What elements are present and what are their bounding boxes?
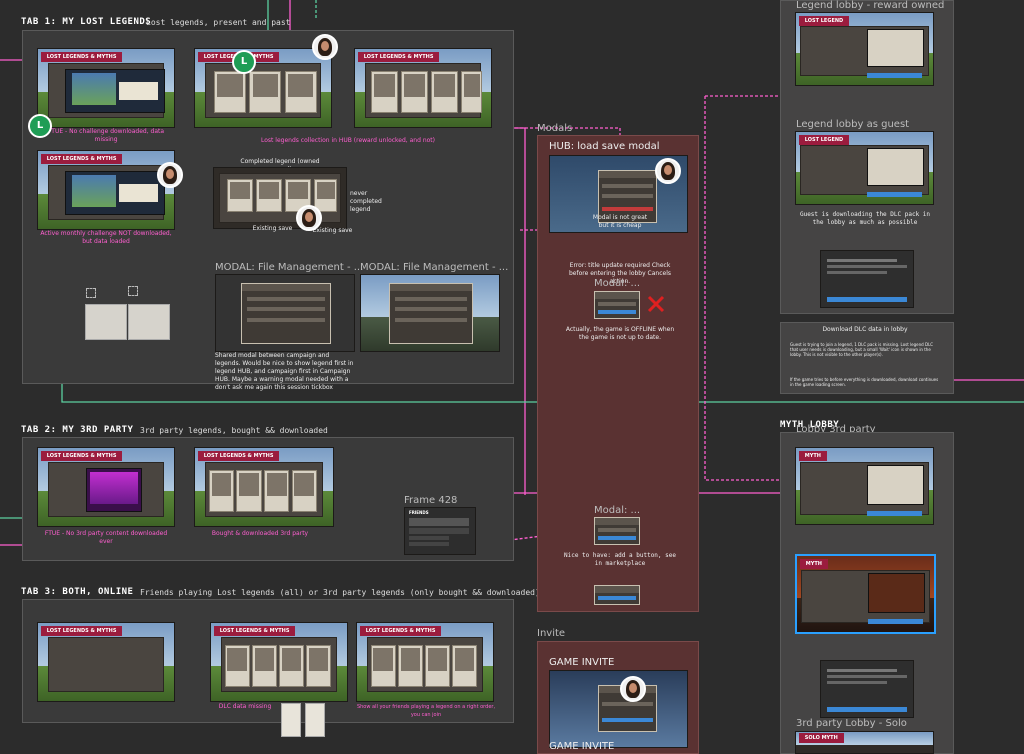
screen-as-guest[interactable]: LOST LEGEND [795,131,934,205]
screen-online-empty[interactable]: LOST LEGENDS & MYTHS [37,622,175,702]
note-existing-save: Existing save [252,225,293,232]
solo-ribbon: SOLO MYTH [798,732,844,743]
user-badge[interactable]: L [232,50,256,74]
frame-file-mgmt-2[interactable] [360,274,500,352]
tab3-title: TAB 3: BOTH, ONLINE [21,587,134,597]
note-collection: Lost legends collection in HUB (reward u… [260,137,435,144]
tab1-title: TAB 1: MY LOST LEGENDS [21,17,152,27]
game-invite-screen[interactable] [549,670,688,748]
download-title: Download DLC data in lobby [822,326,908,333]
download-note-2: If the game tries to before everything i… [790,377,939,387]
screen-3rd-ftue[interactable]: LOST LEGENDS & MYTHS [37,447,175,527]
modal-frame-label-2: Modal: ... [594,505,641,516]
screen-collection[interactable]: LOST LEGENDS & MYTHS [194,48,332,128]
hub-modal-note: Modal is not great but it is cheap [592,214,648,229]
frame-file-mgmt-1-label: MODAL: File Management - ... [215,262,364,273]
screen-ribbon: LOST LEGENDS & MYTHS [357,52,440,63]
friends-panel[interactable]: FRIENDS [404,507,476,555]
as-guest-label: Legend lobby as guest [796,119,910,130]
error-modal[interactable] [594,291,640,319]
myth-modal-screen[interactable] [820,660,914,718]
game-invite-title: GAME INVITE [549,657,615,668]
avatar[interactable] [157,162,183,188]
user-badge[interactable]: L [28,114,52,138]
screen-ribbon: LOST LEGENDS & MYTHS [40,154,123,165]
friends-label: FRIENDS [409,510,429,515]
screen-online-dlc[interactable]: LOST LEGENDS & MYTHS [210,622,348,702]
reward-owned-label: Legend lobby - reward owned [796,0,945,11]
screen-ribbon: LOST LEGENDS & MYTHS [213,626,296,637]
screen-myth-selected[interactable]: MYTH [795,554,936,634]
screen-active-challenge[interactable]: LOST LEGENDS & MYTHS [37,150,175,230]
invite-label: Invite [537,628,566,639]
modal-frame-label: Modal: ... [594,278,641,289]
screen-ribbon: LOST LEGENDS & MYTHS [197,451,280,462]
frame-file-mgmt-2-label: MODAL: File Management - ... [360,262,509,273]
screen-collection-2[interactable]: LOST LEGENDS & MYTHS [354,48,492,128]
screen-reward-owned[interactable]: LOST LEGEND [795,12,934,86]
note-dlc-missing: DLC data missing [218,703,272,710]
marketplace-modal[interactable] [594,517,640,545]
mini-card[interactable] [281,703,301,737]
guest-note: Guest is downloading the DLC pack in the… [799,211,931,226]
mini-card[interactable] [305,703,325,737]
screen-3rd-bought[interactable]: LOST LEGENDS & MYTHS [194,447,334,527]
myth-ribbon: MYTH [798,451,827,462]
thumbnail-tile[interactable] [85,304,127,340]
marketplace-modal-2[interactable] [594,585,640,605]
note-ftue: FTUE - No challenge downloaded, data mis… [47,128,165,143]
frame-428-label: Frame 428 [404,495,458,506]
close-icon [647,295,665,313]
offline-note: Actually, the game is OFFLINE when the g… [565,326,675,341]
download-note-1: Guest is trying to join a legend, 1 DLC … [790,342,934,357]
download-modal-screen[interactable] [820,250,914,308]
lost-legend-ribbon: LOST LEGEND [798,15,850,26]
avatar[interactable] [296,205,322,231]
screen-solo[interactable]: SOLO MYTH [795,731,934,754]
screen-myth-lobby[interactable]: MYTH [795,447,934,525]
tab1-subtitle: Lost legends, present and past [146,18,291,27]
screen-online-friends[interactable]: LOST LEGENDS & MYTHS [356,622,494,702]
screen-legend-cards[interactable] [213,167,347,229]
thumbnail-tile[interactable] [128,304,170,340]
note-shared-modal: Shared modal between campaign and legend… [215,352,354,391]
solo-label: 3rd party Lobby - Solo [796,718,907,729]
lost-legend-ribbon: LOST LEGEND [798,134,850,145]
note-active: Active monthly challenge NOT downloaded,… [40,230,172,245]
nice-note: Nice to have: add a button, see in marke… [564,552,676,567]
note-show-all: Show all your friends playing a legend o… [356,704,496,718]
note-3rd-ftue: FTUE - No 3rd party content downloaded e… [44,530,168,545]
avatar[interactable] [312,34,338,60]
avatar[interactable] [655,158,681,184]
hub-modal-title: HUB: load save modal [549,141,660,152]
tab3-subtitle: Friends playing Lost legends (all) or 3r… [140,588,540,597]
placeholder-icon [128,286,138,296]
note-3rd-bought: Bought & downloaded 3rd party [211,530,309,537]
modals-label: Modals [537,123,573,134]
myth-ribbon: MYTH [799,559,828,570]
screen-ribbon: LOST LEGENDS & MYTHS [40,626,123,637]
screen-ftue[interactable]: LOST LEGENDS & MYTHS [37,48,175,128]
frame-file-mgmt-1[interactable] [215,274,355,352]
screen-ribbon: LOST LEGENDS & MYTHS [359,626,442,637]
screen-ribbon: LOST LEGENDS & MYTHS [40,451,123,462]
game-invite-title-2: GAME INVITE [549,741,615,752]
screen-ribbon: LOST LEGENDS & MYTHS [40,52,123,63]
avatar[interactable] [620,676,646,702]
placeholder-icon [86,288,96,298]
tab2-subtitle: 3rd party legends, bought && downloaded [140,426,328,435]
note-never: never completed legend [350,190,382,213]
tab2-title: TAB 2: MY 3RD PARTY [21,425,134,435]
